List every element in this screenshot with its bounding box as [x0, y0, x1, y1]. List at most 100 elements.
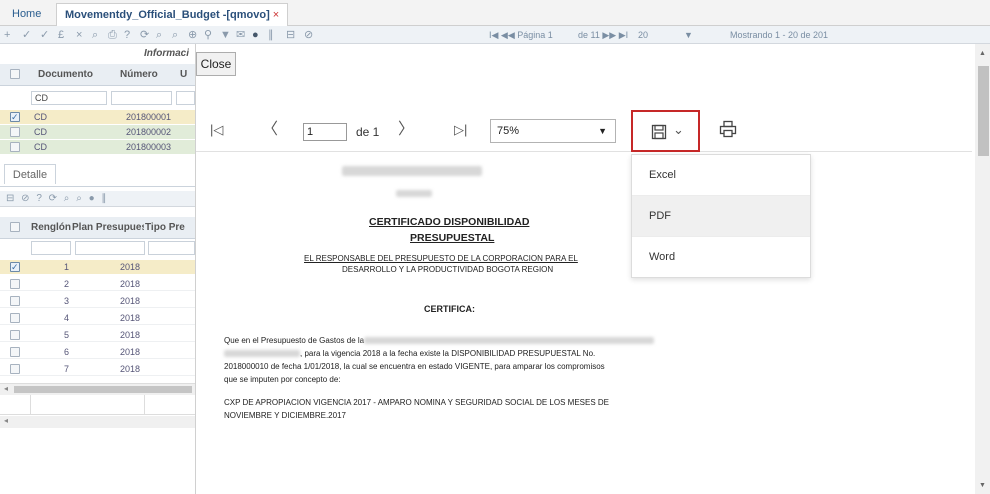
col-renglon[interactable]: Renglón	[31, 217, 71, 239]
detail-toolbar-icons[interactable]: ⊟ ⊘ ? ⟳ ⌕ ⌕ ● ∥	[6, 193, 108, 204]
table-row[interactable]: 6 2018	[0, 345, 195, 359]
attach-icon[interactable]: ⊕	[188, 28, 197, 42]
filter-tipo[interactable]	[148, 241, 195, 255]
redacted-entity-2	[224, 350, 300, 357]
find-icon[interactable]: ⌕	[156, 28, 162, 42]
scroll-thumb[interactable]	[978, 66, 989, 156]
find-next-icon[interactable]: ⌕	[172, 28, 178, 42]
export-excel[interactable]: Excel	[632, 155, 810, 196]
report-page: CERTIFICADO DISPONIBILIDAD PRESUPUESTAL …	[196, 152, 972, 494]
col-documento[interactable]: Documento	[38, 64, 93, 86]
row-checkbox[interactable]	[10, 330, 20, 340]
doc-paragraph-6: NOVIEMBRE Y DICIEMBRE.2017	[224, 411, 346, 420]
cell-renglon: 1	[64, 262, 70, 272]
table-row[interactable]: 1 2018	[0, 260, 195, 274]
horizontal-scrollbar-2[interactable]: ◂	[0, 416, 195, 428]
search-icon[interactable]: ⌕	[92, 28, 98, 42]
filter-renglon[interactable]	[31, 241, 71, 255]
chevron-down-icon: ▼	[598, 126, 607, 136]
cell-doc: CD	[34, 142, 47, 152]
prev-page-icon[interactable]: 〈	[262, 118, 278, 142]
doc-paragraph-4: que se imputen por concepto de:	[224, 375, 341, 384]
table-row[interactable]: CD 201800001	[0, 110, 195, 124]
add-icon[interactable]: +	[4, 28, 10, 42]
chevron-down-icon[interactable]: ▼	[684, 29, 693, 41]
row-checkbox[interactable]	[10, 279, 20, 289]
pager-status: Mostrando 1 - 20 de 201	[730, 30, 829, 40]
doc-paragraph-1: Que en el Presupuesto de Gastos de la	[224, 336, 365, 345]
filter-numero[interactable]	[111, 91, 172, 105]
row-checkbox[interactable]	[10, 110, 20, 124]
filter-icon[interactable]: ▼	[220, 28, 231, 42]
row-checkbox[interactable]	[10, 347, 20, 357]
scroll-left-icon[interactable]: ◂	[4, 384, 8, 393]
pager-first-prev[interactable]: I◀ ◀◀ Página 1	[489, 29, 553, 41]
first-page-icon[interactable]: |◁	[210, 118, 223, 142]
redacted-entity	[364, 337, 654, 344]
export-button[interactable]: ⌄	[631, 110, 700, 152]
filter-documento[interactable]: CD	[31, 91, 107, 105]
col-plan-presupuesto[interactable]: Plan Presupuest	[72, 217, 144, 239]
table-row[interactable]: 3 2018	[0, 294, 195, 308]
table-row[interactable]: CD 201800003	[0, 140, 195, 154]
window-icon[interactable]: ⊟	[286, 28, 295, 42]
row-checkbox[interactable]	[10, 313, 20, 323]
table-row[interactable]: CD 201800002	[0, 125, 195, 139]
scroll-thumb[interactable]	[14, 386, 192, 393]
cell-year: 2018	[120, 313, 141, 323]
tab-home[interactable]: Home	[4, 3, 49, 26]
table-row[interactable]: 7 2018	[0, 362, 195, 376]
table-row[interactable]: 5 2018	[0, 328, 195, 342]
grid-header: Documento Número U	[0, 64, 195, 86]
next-page-icon[interactable]: 〉	[398, 118, 414, 142]
cell-num: 201800003	[126, 142, 172, 152]
close-button[interactable]: Close	[196, 52, 236, 76]
col-u[interactable]: U	[180, 64, 187, 86]
close-tab-icon[interactable]: ×	[273, 9, 279, 21]
detail-toolbar: ⊟ ⊘ ? ⟳ ⌕ ⌕ ● ∥	[0, 191, 195, 207]
table-row[interactable]: 2 2018	[0, 277, 195, 291]
row-checkbox[interactable]	[10, 142, 20, 152]
select-all-checkbox[interactable]	[10, 222, 20, 232]
cell-year: 2018	[120, 364, 141, 374]
scroll-up-icon[interactable]: ▲	[979, 50, 986, 57]
circle-add-icon[interactable]: ●	[252, 28, 259, 42]
filter-u[interactable]	[176, 91, 195, 105]
row-checkbox[interactable]	[10, 364, 20, 374]
select-all-checkbox[interactable]	[10, 69, 20, 79]
col-tipo-pre[interactable]: Tipo Pre	[145, 217, 185, 239]
vertical-scrollbar[interactable]: ▲ ▼	[975, 44, 990, 494]
scroll-down-icon[interactable]: ▼	[979, 482, 986, 489]
horizontal-scrollbar[interactable]: ◂	[0, 383, 195, 395]
confirm-icon[interactable]: ✓	[40, 28, 49, 42]
cell-renglon: 4	[64, 313, 70, 323]
refresh-icon[interactable]: ⟳	[140, 28, 149, 42]
filter-plan[interactable]	[75, 241, 145, 255]
user-icon[interactable]: ⚲	[204, 28, 212, 42]
zoom-select[interactable]: 75% ▼	[490, 119, 616, 143]
row-checkbox[interactable]	[10, 260, 20, 274]
edit-icon[interactable]: ✓	[22, 28, 31, 42]
cancel-icon[interactable]: ⊘	[304, 28, 313, 42]
export-menu: Excel PDF Word	[631, 154, 811, 278]
row-checkbox[interactable]	[10, 127, 20, 137]
export-pdf[interactable]: PDF	[632, 196, 810, 237]
pager-size[interactable]: 20	[638, 29, 648, 41]
mail-icon[interactable]: ✉	[236, 28, 245, 42]
print-icon[interactable]	[719, 120, 737, 138]
function-icon[interactable]: £	[58, 28, 64, 42]
scroll-left-icon[interactable]: ◂	[4, 416, 8, 425]
help-icon[interactable]: ?	[124, 28, 130, 42]
tab-detalle[interactable]: Detalle	[4, 164, 56, 184]
row-checkbox[interactable]	[10, 296, 20, 306]
page-number-input[interactable]: 1	[303, 123, 347, 141]
tab-movement-budget[interactable]: Movementdy_Official_Budget -[qmovo] ×	[56, 3, 289, 26]
export-word[interactable]: Word	[632, 237, 810, 278]
columns-icon[interactable]: ∥	[268, 28, 274, 42]
table-row[interactable]: 4 2018	[0, 311, 195, 325]
delete-icon[interactable]: ×	[76, 28, 82, 42]
print-icon[interactable]: ⎙	[108, 28, 117, 42]
col-numero[interactable]: Número	[120, 64, 158, 86]
last-page-icon[interactable]: ▷|	[454, 118, 467, 142]
cell-renglon: 3	[64, 296, 70, 306]
